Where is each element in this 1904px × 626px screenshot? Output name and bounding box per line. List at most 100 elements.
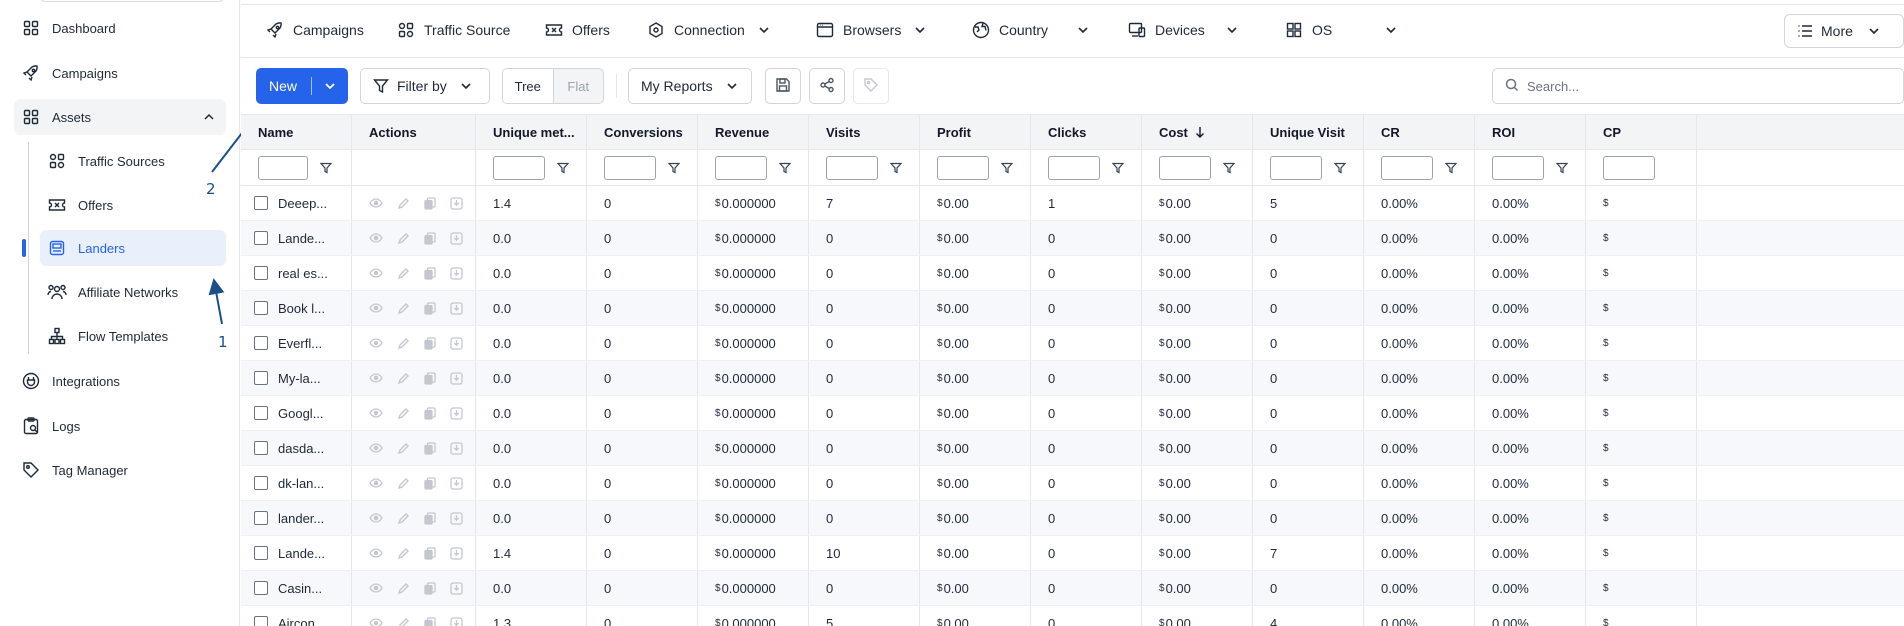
download-icon[interactable] xyxy=(450,406,463,420)
column-header[interactable]: CP xyxy=(1586,115,1697,149)
download-icon[interactable] xyxy=(450,231,463,245)
table-row[interactable]: lander... 0.0 0 $0.000000 0 $0.00 0 $0.00 0 0.00%… xyxy=(241,501,1904,536)
row-name[interactable]: dasda... xyxy=(278,441,324,456)
column-header[interactable]: CR xyxy=(1364,115,1475,149)
download-icon[interactable] xyxy=(450,301,463,315)
filter-icon[interactable] xyxy=(1445,162,1457,174)
table-row[interactable]: Lande... 0.0 0 $0.000000 0 $0.00 0 $0.00 0 0.00% 0… xyxy=(241,221,1904,256)
row-name[interactable]: Everfl... xyxy=(278,336,322,351)
tab-devices[interactable]: Devices xyxy=(1127,18,1239,42)
row-name[interactable]: Googl... xyxy=(278,406,324,421)
tab-campaigns[interactable]: Campaigns xyxy=(265,18,364,42)
tab-offers[interactable]: Offers xyxy=(544,18,610,42)
row-checkbox[interactable] xyxy=(254,616,268,626)
sidebar-item-tag-manager[interactable]: Tag Manager xyxy=(14,452,226,488)
row-checkbox[interactable] xyxy=(254,441,268,455)
filter-icon[interactable] xyxy=(557,162,569,174)
row-name[interactable]: Casin... xyxy=(278,581,322,596)
pencil-icon[interactable] xyxy=(397,337,410,350)
eye-icon[interactable] xyxy=(369,302,383,314)
save-report-button[interactable] xyxy=(765,68,801,104)
row-name[interactable]: real es... xyxy=(278,266,328,281)
share-button[interactable] xyxy=(809,68,845,104)
table-row[interactable]: Aircon... 1.3 0 $0.000000 5 $0.00 0 $0.00 4 0.00%… xyxy=(241,606,1904,626)
eye-icon[interactable] xyxy=(369,372,383,384)
filter-icon[interactable] xyxy=(668,162,680,174)
copy-icon[interactable] xyxy=(424,406,436,420)
copy-icon[interactable] xyxy=(424,196,436,210)
column-header[interactable]: Clicks xyxy=(1031,115,1142,149)
copy-icon[interactable] xyxy=(424,546,436,560)
table-row[interactable]: dk-lan... 0.0 0 $0.000000 0 $0.00 0 $0.00 0 0.00%… xyxy=(241,466,1904,501)
filter-icon[interactable] xyxy=(1334,162,1346,174)
copy-icon[interactable] xyxy=(424,441,436,455)
row-checkbox[interactable] xyxy=(254,231,268,245)
column-header[interactable]: Name xyxy=(241,115,352,149)
row-checkbox[interactable] xyxy=(254,336,268,350)
view-flat-button[interactable]: Flat xyxy=(553,69,603,103)
download-icon[interactable] xyxy=(450,266,463,280)
pencil-icon[interactable] xyxy=(397,197,410,210)
download-icon[interactable] xyxy=(450,196,463,210)
column-filter-input[interactable] xyxy=(1603,155,1655,180)
row-checkbox[interactable] xyxy=(254,511,268,525)
copy-icon[interactable] xyxy=(424,231,436,245)
more-button[interactable]: More xyxy=(1784,14,1904,48)
column-filter-input[interactable] xyxy=(1159,155,1211,180)
download-icon[interactable] xyxy=(450,336,463,350)
pencil-icon[interactable] xyxy=(397,232,410,245)
row-checkbox[interactable] xyxy=(254,266,268,280)
eye-icon[interactable] xyxy=(369,232,383,244)
eye-icon[interactable] xyxy=(369,197,383,209)
table-row[interactable]: Lande... 1.4 0 $0.000000 10 $0.00 0 $0.00 7 0.00%… xyxy=(241,536,1904,571)
row-name[interactable]: Aircon... xyxy=(278,616,326,626)
filter-icon[interactable] xyxy=(1223,162,1235,174)
filter-icon[interactable] xyxy=(320,162,332,174)
column-header[interactable]: Profit xyxy=(920,115,1031,149)
pencil-icon[interactable] xyxy=(397,407,410,420)
copy-icon[interactable] xyxy=(424,476,436,490)
column-header[interactable]: Unique Visit xyxy=(1253,115,1364,149)
column-filter-input[interactable] xyxy=(715,155,767,180)
column-filter-input[interactable] xyxy=(826,155,878,180)
row-name[interactable]: Book l... xyxy=(278,301,325,316)
pencil-icon[interactable] xyxy=(397,547,410,560)
row-checkbox[interactable] xyxy=(254,406,268,420)
table-row[interactable]: Casin... 0.0 0 $0.000000 0 $0.00 0 $0.00 0 0.00% 0… xyxy=(241,571,1904,606)
table-row[interactable]: Deeep... 1.4 0 $0.000000 7 $0.00 1 $0.00 5 0.00% 0… xyxy=(241,186,1904,221)
new-button[interactable]: New xyxy=(256,68,348,104)
download-icon[interactable] xyxy=(450,371,463,385)
pencil-icon[interactable] xyxy=(397,267,410,280)
eye-icon[interactable] xyxy=(369,407,383,419)
filter-icon[interactable] xyxy=(1112,162,1124,174)
tab-country[interactable]: Country xyxy=(971,18,1090,42)
filter-by-button[interactable]: Filter by xyxy=(360,68,490,104)
column-header[interactable]: Unique met... xyxy=(476,115,587,149)
tab-browsers[interactable]: Browsers xyxy=(815,18,927,42)
tab-traffic-source[interactable]: Traffic Source xyxy=(396,18,510,42)
column-filter-input[interactable] xyxy=(1048,155,1100,180)
sidebar-item-logs[interactable]: Logs xyxy=(14,408,226,444)
pencil-icon[interactable] xyxy=(397,477,410,490)
tab-os[interactable]: OS xyxy=(1284,18,1398,42)
pencil-icon[interactable] xyxy=(397,372,410,385)
download-icon[interactable] xyxy=(450,511,463,525)
row-name[interactable]: lander... xyxy=(278,511,324,526)
tag-button[interactable] xyxy=(853,68,889,104)
tab-connection[interactable]: Connection xyxy=(646,18,771,42)
eye-icon[interactable] xyxy=(369,267,383,279)
copy-icon[interactable] xyxy=(424,336,436,350)
table-row[interactable]: My-la... 0.0 0 $0.000000 0 $0.00 0 $0.00 0 0.00% 0… xyxy=(241,361,1904,396)
filter-icon[interactable] xyxy=(1001,162,1013,174)
row-checkbox[interactable] xyxy=(254,301,268,315)
search-input[interactable] xyxy=(1527,78,1887,94)
column-filter-input[interactable] xyxy=(937,155,989,180)
filter-icon[interactable] xyxy=(779,162,791,174)
eye-icon[interactable] xyxy=(369,617,383,626)
download-icon[interactable] xyxy=(450,476,463,490)
pencil-icon[interactable] xyxy=(397,512,410,525)
pencil-icon[interactable] xyxy=(397,617,410,626)
pencil-icon[interactable] xyxy=(397,582,410,595)
sort-arrow-down-icon[interactable] xyxy=(1194,126,1206,138)
row-checkbox[interactable] xyxy=(254,196,268,210)
